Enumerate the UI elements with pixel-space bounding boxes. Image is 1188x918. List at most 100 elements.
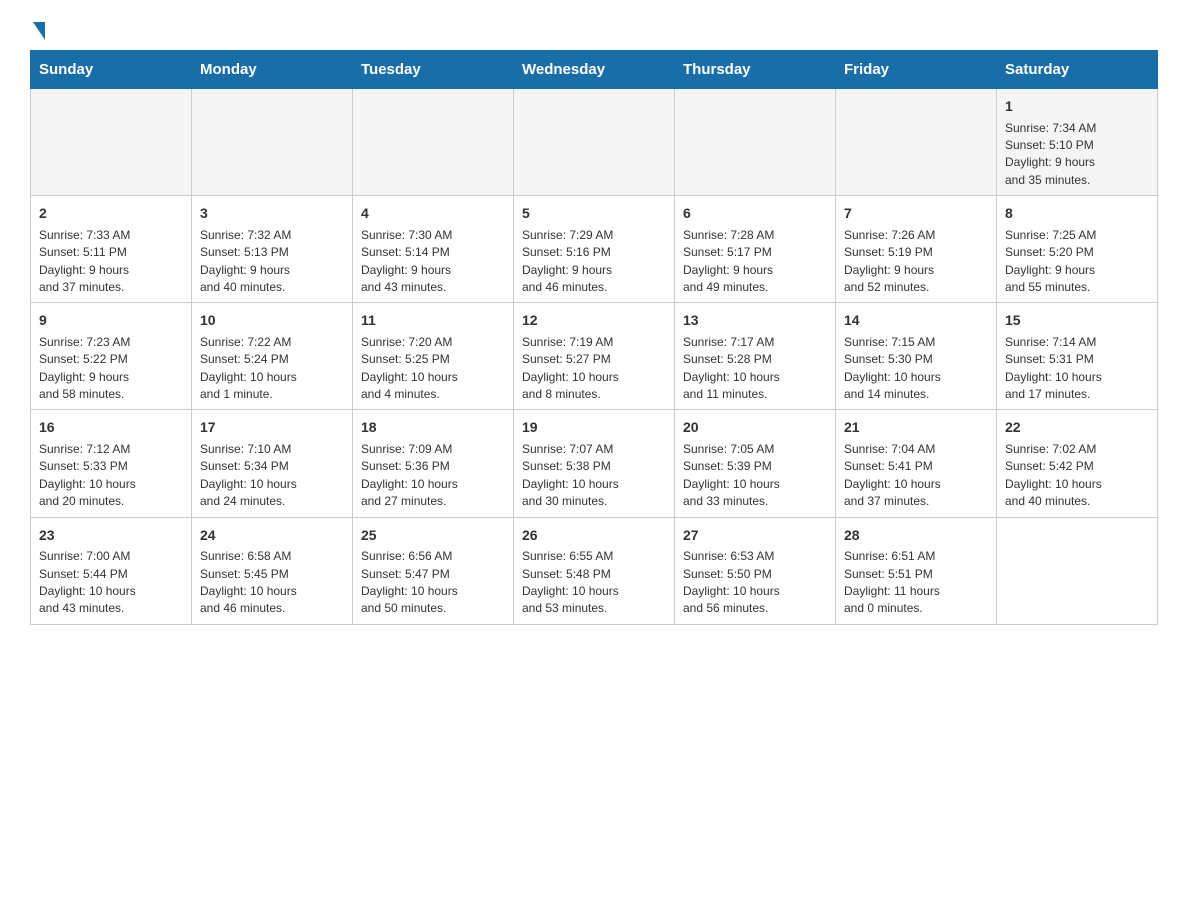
day-info: Sunrise: 7:20 AMSunset: 5:25 PMDaylight:…: [361, 334, 505, 404]
calendar-cell: 20 Sunrise: 7:05 AMSunset: 5:39 PMDayligh…: [675, 410, 836, 517]
day-info: Sunrise: 7:12 AMSunset: 5:33 PMDaylight:…: [39, 441, 183, 511]
day-number: 17: [200, 418, 344, 438]
calendar-week-4: 16 Sunrise: 7:12 AMSunset: 5:33 PMDayligh…: [31, 410, 1158, 517]
day-info: Sunrise: 7:23 AMSunset: 5:22 PMDaylight:…: [39, 334, 183, 404]
calendar-cell: 1 Sunrise: 7:34 AMSunset: 5:10 PMDaylight…: [997, 89, 1158, 196]
day-info: Sunrise: 7:10 AMSunset: 5:34 PMDaylight:…: [200, 441, 344, 511]
day-info: Sunrise: 7:33 AMSunset: 5:11 PMDaylight:…: [39, 227, 183, 297]
calendar-cell: 8 Sunrise: 7:25 AMSunset: 5:20 PMDaylight…: [997, 196, 1158, 303]
day-info: Sunrise: 6:53 AMSunset: 5:50 PMDaylight:…: [683, 548, 827, 618]
day-number: 23: [39, 526, 183, 546]
calendar-week-5: 23Sunrise: 7:00 AMSunset: 5:44 PMDayligh…: [31, 517, 1158, 624]
weekday-header-monday: Monday: [192, 51, 353, 89]
calendar-cell: [997, 517, 1158, 624]
calendar-cell: 10 Sunrise: 7:22 AMSunset: 5:24 PMDayligh…: [192, 303, 353, 410]
calendar-cell: 2Sunrise: 7:33 AMSunset: 5:11 PMDaylight…: [31, 196, 192, 303]
day-number: 20: [683, 418, 827, 438]
calendar-week-3: 9 Sunrise: 7:23 AMSunset: 5:22 PMDaylight…: [31, 303, 1158, 410]
weekday-header-tuesday: Tuesday: [353, 51, 514, 89]
day-number: 6: [683, 204, 827, 224]
calendar-cell: [353, 89, 514, 196]
day-number: 3: [200, 204, 344, 224]
day-info: Sunrise: 6:55 AMSunset: 5:48 PMDaylight:…: [522, 548, 666, 618]
day-number: 5: [522, 204, 666, 224]
calendar-cell: 14 Sunrise: 7:15 AMSunset: 5:30 PMDayligh…: [836, 303, 997, 410]
weekday-header-sunday: Sunday: [31, 51, 192, 89]
calendar-cell: 15 Sunrise: 7:14 AMSunset: 5:31 PMDayligh…: [997, 303, 1158, 410]
calendar-cell: [675, 89, 836, 196]
calendar-cell: 17 Sunrise: 7:10 AMSunset: 5:34 PMDayligh…: [192, 410, 353, 517]
calendar-header-row: SundayMondayTuesdayWednesdayThursdayFrid…: [31, 51, 1158, 89]
calendar-cell: 19Sunrise: 7:07 AMSunset: 5:38 PMDayligh…: [514, 410, 675, 517]
day-info: Sunrise: 7:17 AMSunset: 5:28 PMDaylight:…: [683, 334, 827, 404]
calendar-cell: 12 Sunrise: 7:19 AMSunset: 5:27 PMDayligh…: [514, 303, 675, 410]
calendar-cell: 9 Sunrise: 7:23 AMSunset: 5:22 PMDaylight…: [31, 303, 192, 410]
day-info: Sunrise: 7:04 AMSunset: 5:41 PMDaylight:…: [844, 441, 988, 511]
calendar-cell: 26Sunrise: 6:55 AMSunset: 5:48 PMDayligh…: [514, 517, 675, 624]
day-info: Sunrise: 7:14 AMSunset: 5:31 PMDaylight:…: [1005, 334, 1149, 404]
day-info: Sunrise: 7:15 AMSunset: 5:30 PMDaylight:…: [844, 334, 988, 404]
day-info: Sunrise: 7:19 AMSunset: 5:27 PMDaylight:…: [522, 334, 666, 404]
day-number: 25: [361, 526, 505, 546]
day-number: 13: [683, 311, 827, 331]
calendar-cell: 27Sunrise: 6:53 AMSunset: 5:50 PMDayligh…: [675, 517, 836, 624]
calendar-table: SundayMondayTuesdayWednesdayThursdayFrid…: [30, 50, 1158, 625]
day-info: Sunrise: 6:56 AMSunset: 5:47 PMDaylight:…: [361, 548, 505, 618]
day-info: Sunrise: 6:58 AMSunset: 5:45 PMDaylight:…: [200, 548, 344, 618]
day-info: Sunrise: 7:29 AMSunset: 5:16 PMDaylight:…: [522, 227, 666, 297]
day-info: Sunrise: 7:30 AMSunset: 5:14 PMDaylight:…: [361, 227, 505, 297]
day-number: 26: [522, 526, 666, 546]
day-info: Sunrise: 7:34 AMSunset: 5:10 PMDaylight:…: [1005, 120, 1149, 190]
calendar-cell: 18 Sunrise: 7:09 AMSunset: 5:36 PMDayligh…: [353, 410, 514, 517]
day-number: 10: [200, 311, 344, 331]
calendar-cell: 4 Sunrise: 7:30 AMSunset: 5:14 PMDaylight…: [353, 196, 514, 303]
calendar-cell: 21 Sunrise: 7:04 AMSunset: 5:41 PMDayligh…: [836, 410, 997, 517]
calendar-cell: 13 Sunrise: 7:17 AMSunset: 5:28 PMDayligh…: [675, 303, 836, 410]
day-number: 27: [683, 526, 827, 546]
calendar-cell: 3 Sunrise: 7:32 AMSunset: 5:13 PMDaylight…: [192, 196, 353, 303]
day-number: 22: [1005, 418, 1149, 438]
day-number: 7: [844, 204, 988, 224]
calendar-cell: 24Sunrise: 6:58 AMSunset: 5:45 PMDayligh…: [192, 517, 353, 624]
calendar-cell: [31, 89, 192, 196]
day-info: Sunrise: 7:32 AMSunset: 5:13 PMDaylight:…: [200, 227, 344, 297]
day-info: Sunrise: 7:22 AMSunset: 5:24 PMDaylight:…: [200, 334, 344, 404]
calendar-cell: 23Sunrise: 7:00 AMSunset: 5:44 PMDayligh…: [31, 517, 192, 624]
day-info: Sunrise: 7:28 AMSunset: 5:17 PMDaylight:…: [683, 227, 827, 297]
weekday-header-wednesday: Wednesday: [514, 51, 675, 89]
day-info: Sunrise: 7:26 AMSunset: 5:19 PMDaylight:…: [844, 227, 988, 297]
logo-arrow-icon: [33, 22, 45, 40]
day-number: 16: [39, 418, 183, 438]
day-number: 4: [361, 204, 505, 224]
day-info: Sunrise: 7:00 AMSunset: 5:44 PMDaylight:…: [39, 548, 183, 618]
calendar-cell: 22 Sunrise: 7:02 AMSunset: 5:42 PMDayligh…: [997, 410, 1158, 517]
day-info: Sunrise: 7:07 AMSunset: 5:38 PMDaylight:…: [522, 441, 666, 511]
calendar-week-1: 1 Sunrise: 7:34 AMSunset: 5:10 PMDaylight…: [31, 89, 1158, 196]
weekday-header-friday: Friday: [836, 51, 997, 89]
day-number: 11: [361, 311, 505, 331]
day-info: Sunrise: 7:09 AMSunset: 5:36 PMDaylight:…: [361, 441, 505, 511]
day-number: 18: [361, 418, 505, 438]
calendar-cell: 16 Sunrise: 7:12 AMSunset: 5:33 PMDayligh…: [31, 410, 192, 517]
calendar-cell: 28Sunrise: 6:51 AMSunset: 5:51 PMDayligh…: [836, 517, 997, 624]
calendar-cell: 25Sunrise: 6:56 AMSunset: 5:47 PMDayligh…: [353, 517, 514, 624]
day-number: 15: [1005, 311, 1149, 331]
day-number: 9: [39, 311, 183, 331]
calendar-cell: 11 Sunrise: 7:20 AMSunset: 5:25 PMDayligh…: [353, 303, 514, 410]
calendar-cell: 6 Sunrise: 7:28 AMSunset: 5:17 PMDaylight…: [675, 196, 836, 303]
day-number: 24: [200, 526, 344, 546]
day-number: 21: [844, 418, 988, 438]
day-number: 1: [1005, 97, 1149, 117]
calendar-cell: [836, 89, 997, 196]
calendar-cell: [192, 89, 353, 196]
calendar-cell: 7 Sunrise: 7:26 AMSunset: 5:19 PMDaylight…: [836, 196, 997, 303]
day-number: 8: [1005, 204, 1149, 224]
day-info: Sunrise: 7:05 AMSunset: 5:39 PMDaylight:…: [683, 441, 827, 511]
logo: [30, 20, 45, 40]
day-number: 12: [522, 311, 666, 331]
day-number: 14: [844, 311, 988, 331]
day-info: Sunrise: 7:02 AMSunset: 5:42 PMDaylight:…: [1005, 441, 1149, 511]
page-header: [30, 20, 1158, 40]
day-info: Sunrise: 7:25 AMSunset: 5:20 PMDaylight:…: [1005, 227, 1149, 297]
day-number: 28: [844, 526, 988, 546]
